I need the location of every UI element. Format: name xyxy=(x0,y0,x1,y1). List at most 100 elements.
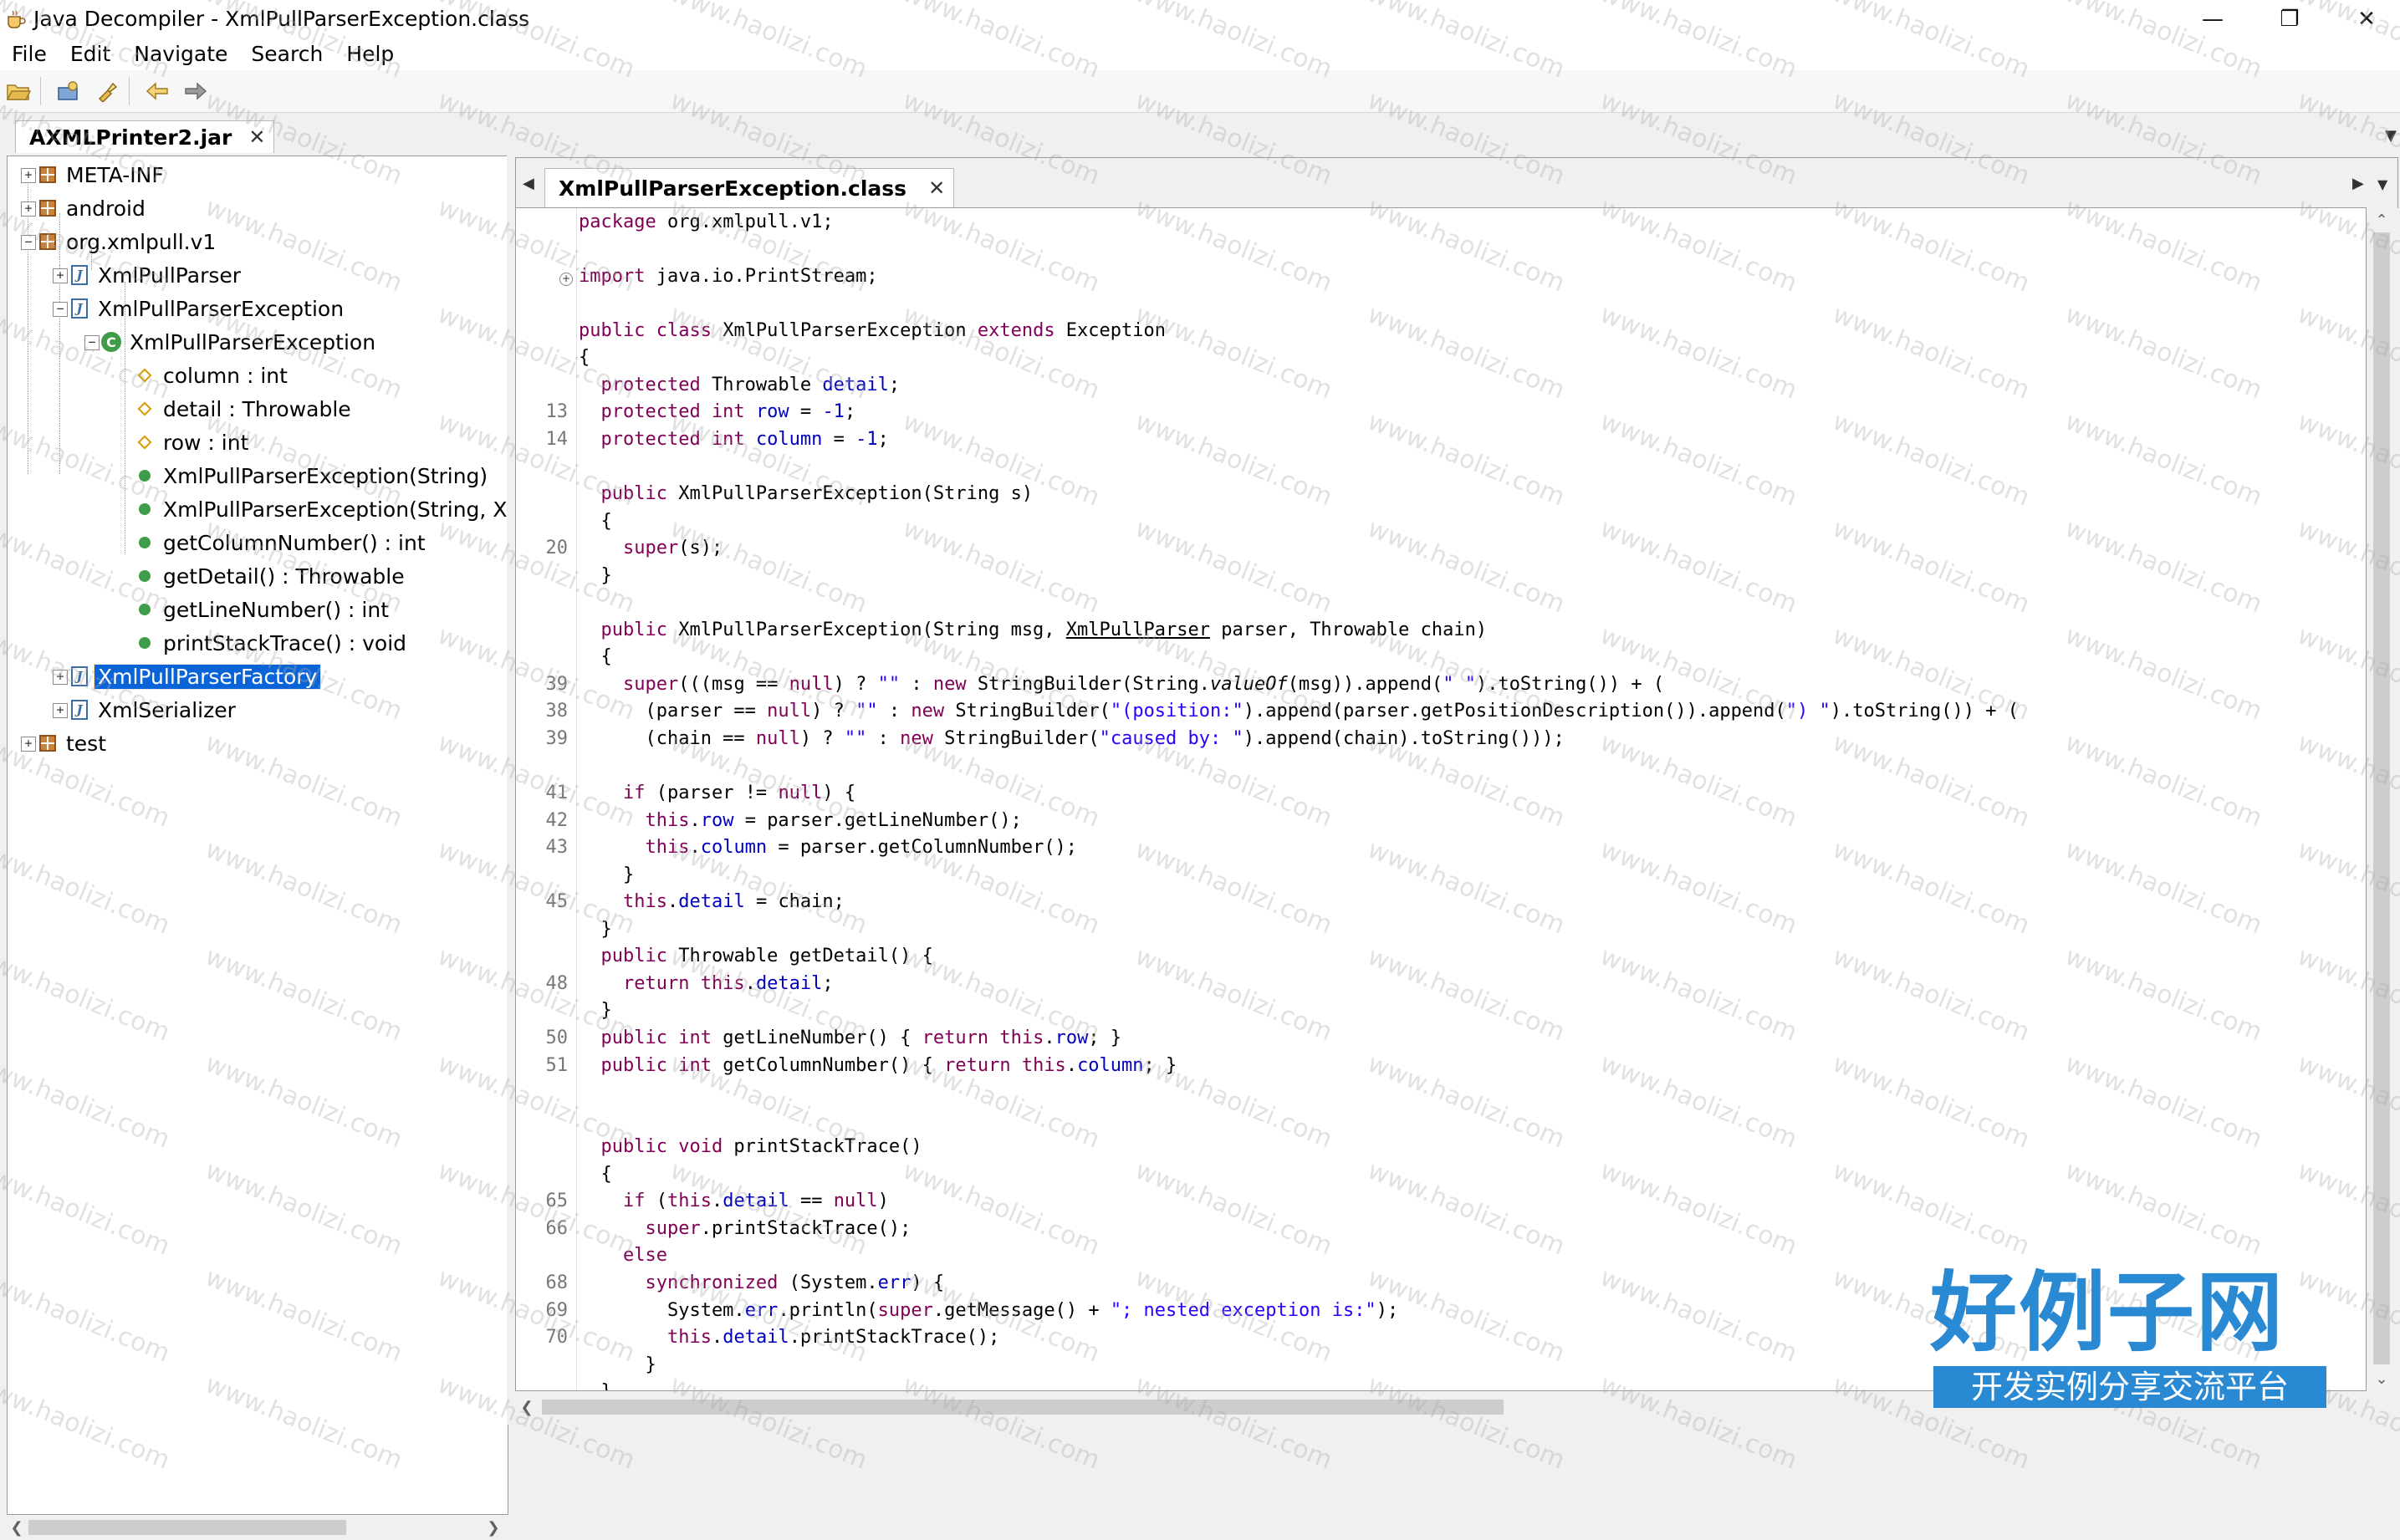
tree-node-field-column[interactable]: column : int xyxy=(135,360,288,391)
close-tab-icon[interactable]: ✕ xyxy=(248,125,265,149)
tree-node-constructor-string[interactable]: XmlPullParserException(String) xyxy=(135,460,488,492)
class-tab-label: XmlPullParserException.class xyxy=(559,176,907,201)
forward-button[interactable] xyxy=(182,79,209,104)
pane-splitter[interactable] xyxy=(507,154,515,1425)
tree-node-label: getColumnNumber() : int xyxy=(163,530,426,555)
tab-list-arrow-icon[interactable]: ▼ xyxy=(2377,176,2387,192)
tree-node-method-getdetail[interactable]: getDetail() : Throwable xyxy=(135,560,405,592)
code-line: public void printStackTrace() xyxy=(579,1136,922,1157)
line-number: 70 xyxy=(545,1327,569,1348)
tree-node-label: META-INF xyxy=(66,162,164,187)
expand-icon[interactable]: + xyxy=(53,268,68,283)
code-line: { xyxy=(579,347,590,368)
code-line: this.detail = chain; xyxy=(579,891,845,912)
open-file-button[interactable] xyxy=(5,79,32,104)
code-token: .getMessage() + xyxy=(932,1300,1111,1321)
code-token: = xyxy=(789,401,823,422)
code-token: } xyxy=(579,1000,612,1021)
class-tab[interactable]: XmlPullParserException.class ✕ xyxy=(544,168,955,207)
code-token: return this xyxy=(922,1028,1044,1048)
tree-node-xmlserializer[interactable]: J XmlSerializer xyxy=(69,694,236,726)
tree-node-xmlpullparserexception-class[interactable]: C XmlPullParserException xyxy=(101,326,375,358)
menu-file[interactable]: File xyxy=(0,38,59,70)
maximize-button[interactable]: ❐ xyxy=(2251,0,2328,38)
line-number: 42 xyxy=(545,810,569,831)
code-token: (msg)).append( xyxy=(1287,674,1443,695)
scrollbar-thumb[interactable] xyxy=(542,1400,1504,1415)
tree-node-test[interactable]: test xyxy=(38,727,106,759)
tree-node-method-printstacktrace[interactable]: printStackTrace() : void xyxy=(135,627,406,659)
tree-node-constructor-string-parser[interactable]: XmlPullParserException(String, Xm xyxy=(135,493,508,525)
scroll-left-icon[interactable]: ❮ xyxy=(7,1515,27,1540)
restore-icon: ❐ xyxy=(2280,7,2300,32)
back-button[interactable] xyxy=(144,79,171,104)
package-tree[interactable]: META-INF + android + org.xmlpull.v1 − J … xyxy=(7,156,508,1515)
code-token: ) ? xyxy=(811,701,856,722)
open-type-button[interactable] xyxy=(55,79,82,104)
code-token: (chain == xyxy=(579,728,756,749)
code-token: super xyxy=(877,1300,933,1321)
menu-search[interactable]: Search xyxy=(239,38,334,70)
scroll-down-icon[interactable]: ⌄ xyxy=(2367,1366,2397,1391)
tab-list-arrow-icon[interactable]: ▼ xyxy=(2385,127,2397,145)
menu-navigate[interactable]: Navigate xyxy=(122,38,239,70)
minimize-button[interactable]: — xyxy=(2174,0,2251,38)
code-view[interactable]: 13 14 20 39 38 39 41 42 43 45 48 50 51 65 66 68 69 70 pac… xyxy=(515,207,2367,1391)
toolbar-separator xyxy=(40,77,41,105)
tree-node-xmlpullparserfactory[interactable]: J XmlPullParserFactory xyxy=(69,660,322,692)
tree-horizontal-scrollbar[interactable]: ❮ ❯ xyxy=(7,1515,507,1540)
expand-icon[interactable]: + xyxy=(21,737,36,752)
scrollbar-thumb[interactable] xyxy=(28,1520,346,1535)
package-icon xyxy=(38,198,58,218)
tree-node-label: printStackTrace() : void xyxy=(163,630,407,655)
tree-node-label: org.xmlpull.v1 xyxy=(66,229,217,254)
collapse-icon[interactable]: − xyxy=(21,235,36,250)
scroll-left-icon[interactable]: ❮ xyxy=(515,1393,539,1421)
scroll-up-icon[interactable]: ⌃ xyxy=(2367,207,2397,232)
brand-logo-text: 好例子网 xyxy=(1930,1262,2285,1364)
line-number: 13 xyxy=(545,401,569,422)
code-token: public xyxy=(579,483,667,504)
expand-icon[interactable]: + xyxy=(53,670,68,685)
line-number-gutter: 13 14 20 39 38 39 41 42 43 45 48 50 51 65 66 68 69 70 xyxy=(516,208,576,1390)
code-token: } xyxy=(579,1354,656,1375)
tab-scroll-right-icon[interactable]: ▶ xyxy=(2352,175,2364,192)
collapse-icon[interactable]: − xyxy=(84,335,100,350)
tree-node-android[interactable]: android xyxy=(38,192,146,224)
code-line: public XmlPullParserException(String msg… xyxy=(579,620,1487,640)
find-button[interactable] xyxy=(94,79,120,104)
line-number: 48 xyxy=(545,973,569,994)
jar-tab[interactable]: AXMLPrinter2.jar ✕ xyxy=(15,120,275,153)
fold-expand-icon[interactable]: + xyxy=(559,273,573,286)
editor-pane: ◀ XmlPullParserException.class ✕ ▶ ▼ 13 1… xyxy=(515,157,2400,1425)
code-token: } xyxy=(579,565,612,586)
menu-help[interactable]: Help xyxy=(334,38,406,70)
scroll-right-icon[interactable]: ❯ xyxy=(483,1515,503,1540)
code-vertical-scrollbar[interactable]: ⌃ ⌄ xyxy=(2367,207,2397,1391)
expand-icon[interactable]: + xyxy=(21,168,36,183)
collapse-icon[interactable]: − xyxy=(53,302,68,317)
code-token: ) xyxy=(877,1191,889,1211)
code-line: super.printStackTrace(); xyxy=(579,1218,911,1239)
scrollbar-thumb[interactable] xyxy=(2373,232,2390,1364)
tree-node-field-detail[interactable]: detail : Throwable xyxy=(135,393,351,425)
expand-icon[interactable]: + xyxy=(53,703,68,718)
toolbar-separator xyxy=(129,77,130,105)
close-tab-icon[interactable]: ✕ xyxy=(928,176,945,200)
tree-node-xmlpullparserexception-file[interactable]: J XmlPullParserException xyxy=(69,293,344,324)
tree-node-field-row[interactable]: row : int xyxy=(135,426,248,458)
tree-node-method-getcolumnnumber[interactable]: getColumnNumber() : int xyxy=(135,527,426,558)
tab-scroll-left-icon[interactable]: ◀ xyxy=(523,175,534,192)
code-token: . xyxy=(1044,1028,1055,1048)
tree-node-label: XmlPullParser xyxy=(98,263,242,288)
tree-node-org-xmlpull-v1[interactable]: org.xmlpull.v1 xyxy=(38,226,216,258)
tree-node-method-getlinenumber[interactable]: getLineNumber() : int xyxy=(135,594,389,625)
tree-node-label: row : int xyxy=(163,430,249,455)
expand-icon[interactable]: + xyxy=(21,201,36,217)
code-token: (s); xyxy=(678,538,723,558)
code-line: synchronized (System.err) { xyxy=(579,1272,944,1293)
close-window-button[interactable]: ✕ xyxy=(2328,0,2400,38)
tree-node-xmlpullparser[interactable]: J XmlPullParser xyxy=(69,259,241,291)
tree-node-meta-inf[interactable]: META-INF xyxy=(38,159,164,191)
menu-edit[interactable]: Edit xyxy=(59,38,122,70)
